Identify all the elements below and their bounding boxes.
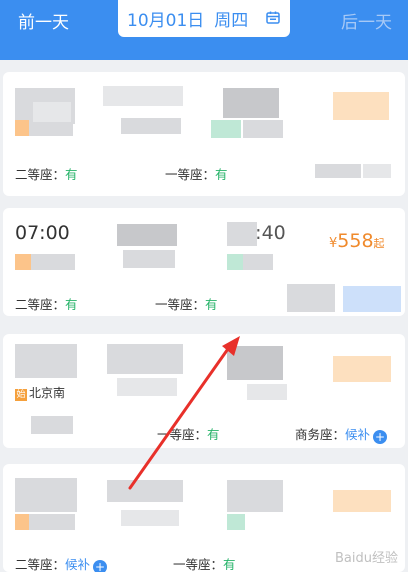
seat-info: 一等座：有 — [155, 297, 218, 312]
add-waitlist-icon[interactable]: + — [93, 560, 108, 572]
seat-info: 二等座：有 — [15, 297, 78, 312]
seat-info: 一等座：有 — [165, 167, 228, 182]
train-card[interactable]: 始北京南 一等座：有 商务座：候补 + — [3, 334, 405, 448]
date-picker[interactable]: 10月01日 周四 — [118, 0, 290, 37]
top-bar: 前一天 10月01日 周四 后一天 — [0, 0, 408, 60]
depart-time: 07:00 — [15, 222, 70, 244]
prev-day-button[interactable]: 前一天 — [18, 8, 69, 33]
seat-info: 一等座：有 — [157, 427, 220, 442]
watermark: Baidu经验 — [335, 551, 398, 566]
weekday-text: 周四 — [214, 11, 249, 31]
seat-info[interactable]: 二等座：候补 + — [15, 554, 108, 572]
train-card[interactable]: 二等座：有 一等座：有 — [3, 72, 405, 196]
add-waitlist-icon[interactable]: + — [373, 430, 388, 444]
price: ¥558起 — [329, 230, 385, 252]
seat-info: 一等座：有 — [173, 557, 236, 572]
seat-info: 二等座：有 — [15, 167, 78, 182]
calendar-icon — [266, 11, 280, 24]
train-card[interactable]: 07:00 11:40 ¥558起 二等座：有 一等座：有 — [3, 208, 405, 316]
station-label: 始北京南 — [15, 386, 66, 401]
seat-info[interactable]: 商务座：候补 + — [295, 424, 388, 444]
date-text: 10月01日 — [127, 11, 205, 31]
next-day-button[interactable]: 后一天 — [341, 8, 392, 33]
